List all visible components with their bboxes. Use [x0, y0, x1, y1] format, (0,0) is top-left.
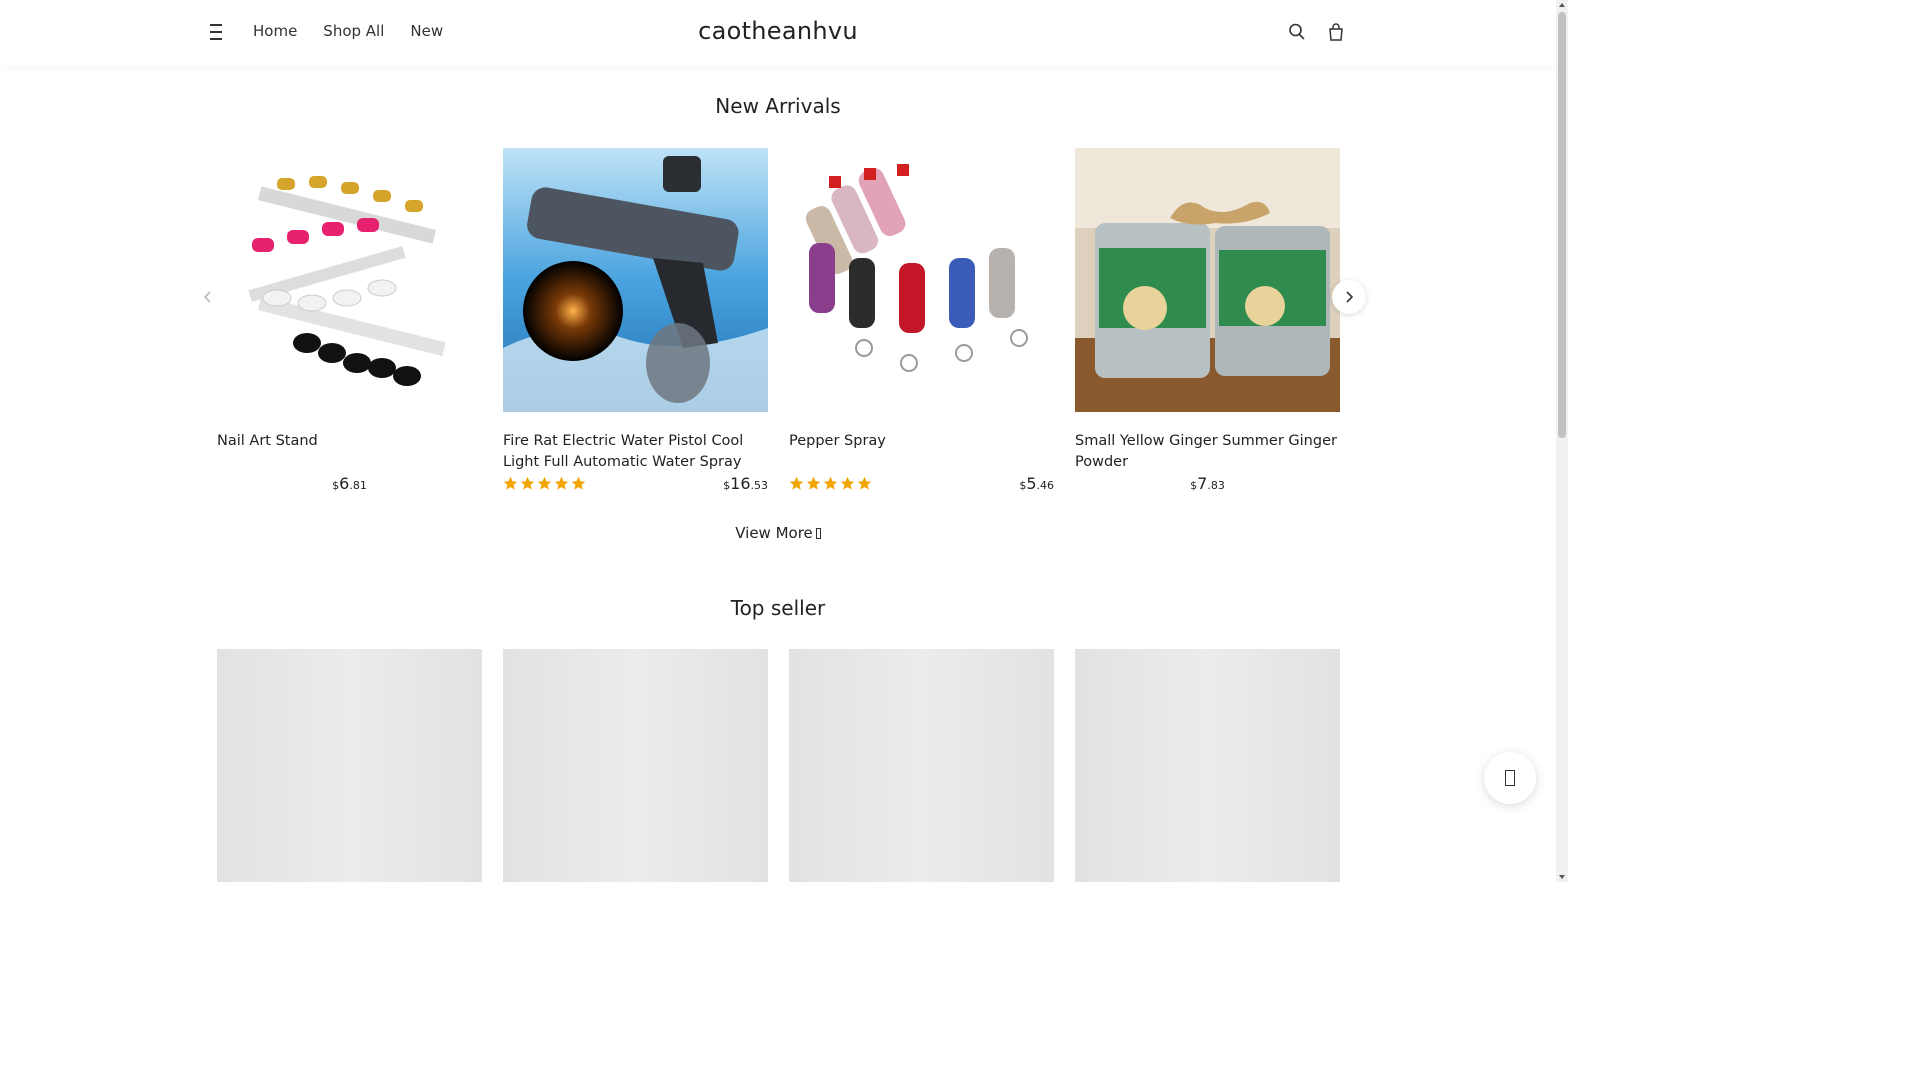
scrollbar-thumb[interactable]: [1558, 12, 1566, 438]
scroll-up-icon[interactable]: [1559, 3, 1565, 7]
search-icon[interactable]: [1288, 22, 1306, 42]
product-image-pepper-spray[interactable]: [789, 148, 1054, 412]
cart-icon[interactable]: [1327, 22, 1345, 42]
back-to-top-icon: [1505, 770, 1515, 786]
star-icon: [503, 476, 518, 490]
product-card[interactable]: Small Yellow Ginger Summer Ginger Powder…: [1075, 148, 1340, 496]
product-image-ginger-powder[interactable]: [1075, 148, 1340, 412]
product-meta: $16.53: [503, 474, 768, 496]
price-integer: 16: [730, 474, 751, 493]
product-card[interactable]: Nail Art Stand $6.81: [217, 148, 482, 496]
product-price: $6.81: [217, 474, 482, 493]
product-skeleton: [789, 649, 1054, 882]
product-name[interactable]: Small Yellow Ginger Summer Ginger Powder: [1075, 431, 1340, 473]
price-integer: 7: [1197, 474, 1208, 493]
product-image-water-pistol[interactable]: [503, 148, 768, 412]
product-price: $7.83: [1075, 474, 1340, 493]
rating-stars: [503, 476, 586, 491]
chevron-right-icon: [1346, 291, 1354, 303]
star-icon: [571, 476, 586, 490]
product-price: $16.53: [723, 474, 768, 493]
rating-stars: [789, 476, 872, 491]
price-cents: .83: [1207, 479, 1225, 492]
product-name[interactable]: Pepper Spray: [789, 431, 1054, 473]
product-card[interactable]: Fire Rat Electric Water Pistol Cool Ligh…: [503, 148, 768, 496]
price-cents: .46: [1036, 479, 1055, 492]
star-icon: [840, 476, 855, 490]
arrow-right-icon: [815, 528, 821, 539]
product-card[interactable]: Pepper Spray $5.46: [789, 148, 1054, 496]
floating-action-button[interactable]: [1484, 752, 1536, 804]
brand-logo[interactable]: caotheanhvu: [0, 17, 1556, 45]
price-integer: 5: [1026, 474, 1037, 493]
page-scrollbar[interactable]: [1556, 0, 1568, 882]
scroll-down-icon[interactable]: [1559, 875, 1565, 879]
product-meta: $5.46: [789, 474, 1054, 496]
top-seller-title: Top seller: [730, 596, 826, 620]
star-icon: [554, 476, 569, 490]
product-price: $5.46: [1019, 474, 1054, 493]
product-skeleton: [503, 649, 768, 882]
chevron-left-icon: [203, 291, 211, 303]
view-more-link[interactable]: View More: [0, 524, 1556, 542]
carousel-next-button[interactable]: [1332, 280, 1366, 314]
star-icon: [806, 476, 821, 490]
view-more-label[interactable]: View More: [735, 524, 813, 542]
star-icon: [823, 476, 838, 490]
price-cents: .53: [750, 479, 769, 492]
star-icon: [789, 476, 804, 490]
price-cents: .81: [349, 479, 367, 492]
site-header: Home Shop All New caotheanhvu: [0, 0, 1556, 65]
product-meta: $6.81: [217, 474, 482, 496]
product-image-nail-art-stand[interactable]: [217, 148, 482, 412]
star-icon: [537, 476, 552, 490]
star-icon: [857, 476, 872, 490]
product-name[interactable]: Fire Rat Electric Water Pistol Cool Ligh…: [503, 431, 768, 473]
product-skeleton: [217, 649, 482, 882]
star-icon: [520, 476, 535, 490]
product-skeleton: [1075, 649, 1340, 882]
new-arrivals-title: New Arrivals: [715, 94, 841, 118]
price-integer: 6: [339, 474, 350, 493]
product-name[interactable]: Nail Art Stand: [217, 431, 482, 473]
product-meta: $7.83: [1075, 474, 1340, 496]
